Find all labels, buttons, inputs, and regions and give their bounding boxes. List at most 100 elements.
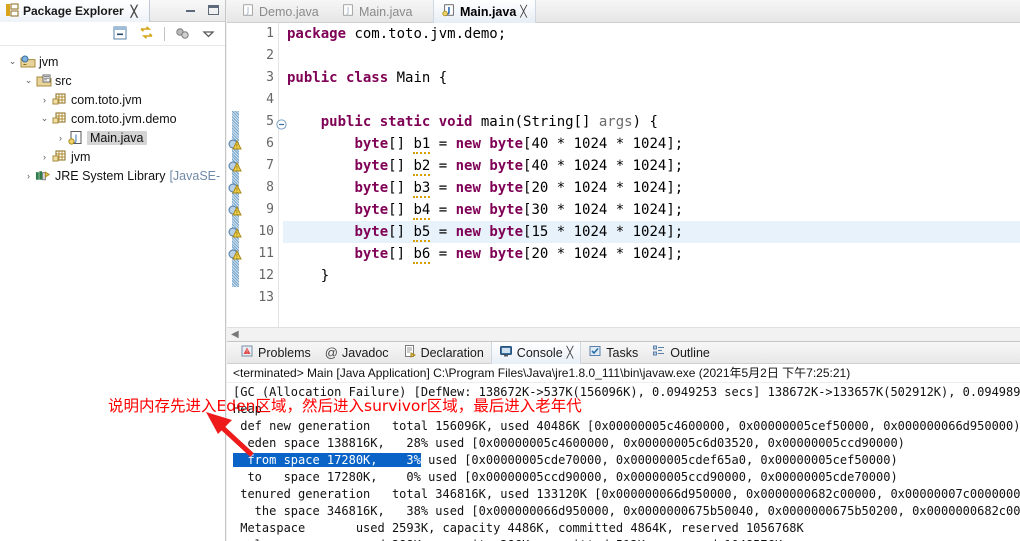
twisty-icon[interactable]: ›	[22, 171, 35, 181]
tree-label: Main.java	[87, 130, 147, 145]
code-line: }	[287, 268, 330, 284]
scroll-left-icon[interactable]: ◀	[231, 329, 239, 340]
close-icon[interactable]: ╳	[131, 5, 138, 18]
close-icon[interactable]: ╳	[520, 5, 527, 18]
tab-outline[interactable]: Outline	[645, 342, 717, 364]
tree-label: JRE System Library	[55, 168, 166, 183]
code-line: byte[] b3 = new byte[20 * 1024 * 1024];	[354, 180, 684, 198]
code-line: byte[] b6 = new byte[20 * 1024 * 1024];	[354, 246, 684, 264]
warning-marker-icon[interactable]: !	[228, 248, 243, 265]
outline-icon	[652, 344, 666, 361]
console-output[interactable]: [GC (Allocation Failure) [DefNew: 138672…	[227, 383, 1020, 541]
tree-item-src-folder[interactable]: ⌄ src	[0, 71, 225, 90]
console-launch-header: <terminated> Main [Java Application] C:\…	[227, 364, 1020, 383]
console-line-selected: from space 17280K, 3% used [0x00000005cd…	[233, 452, 1020, 469]
tab-package-explorer[interactable]: Package Explorer ╳	[0, 0, 150, 22]
tab-main-java-1[interactable]: J Main.java	[333, 0, 421, 23]
twisty-icon[interactable]: ⌄	[6, 56, 19, 67]
console-line: to space 17280K, 0% used [0x00000005ccd9…	[233, 470, 898, 484]
view-menu-icon[interactable]	[174, 25, 191, 42]
package-icon	[51, 149, 68, 165]
console-line: class space used 288K, capacity 386K, co…	[233, 537, 1020, 541]
bottom-view-stack: ! Problems @ Javadoc Declaration Console…	[227, 341, 1020, 541]
tab-declaration[interactable]: Declaration	[396, 342, 491, 364]
tree-item-main-java[interactable]: › J Main.java	[0, 128, 225, 147]
project-tree: ⌄ jvm ⌄ src › com.toto.jvm ⌄ com.toto.jv…	[0, 46, 225, 185]
package-explorer-view: Package Explorer ╳ ⌄ jvm ⌄ src › com.tot…	[0, 0, 226, 541]
editor-marker-column: ! ! ! ! ! !	[227, 23, 244, 340]
code-line: byte[] b4 = new byte[30 * 1024 * 1024];	[354, 202, 684, 220]
close-icon[interactable]: ╳	[567, 346, 574, 359]
tab-console[interactable]: Console ╳	[490, 341, 582, 364]
package-icon	[51, 111, 68, 127]
console-icon	[499, 344, 513, 361]
bottom-tab-label: Console	[516, 345, 563, 360]
tree-item-package-com-toto-jvm-demo[interactable]: ⌄ com.toto.jvm.demo	[0, 109, 225, 128]
line-number: 13	[258, 290, 274, 305]
javadoc-icon: @	[324, 345, 338, 360]
console-line: tenured generation total 346816K, used 1…	[233, 487, 1020, 501]
toolbar-divider	[164, 26, 165, 41]
code-line: byte[] b1 = new byte[40 * 1024 * 1024];	[354, 136, 684, 154]
eclipse-workbench: Package Explorer ╳ ⌄ jvm ⌄ src › com.tot…	[0, 0, 1020, 541]
line-number: 8	[266, 180, 274, 195]
console-line: [GC (Allocation Failure) [DefNew: 138672…	[233, 385, 1020, 399]
package-explorer-tabrow: Package Explorer ╳	[0, 0, 225, 22]
line-number: 2	[266, 48, 274, 63]
warning-marker-icon[interactable]: !	[228, 182, 243, 199]
console-line: eden space 138816K, 28% used [0x00000005…	[233, 436, 905, 450]
line-number: 4	[266, 92, 274, 107]
tree-item-package-com-toto-jvm[interactable]: › com.toto.jvm	[0, 90, 225, 109]
svg-text:J: J	[246, 6, 249, 15]
console-line: Metaspace used 2593K, capacity 4486K, co…	[233, 521, 804, 535]
twisty-icon[interactable]: ›	[54, 133, 67, 143]
tree-item-jvm-project[interactable]: ⌄ jvm	[0, 52, 225, 71]
source-folder-icon	[35, 73, 52, 89]
warning-marker-icon[interactable]: !	[228, 138, 243, 155]
code-text-area[interactable]: package com.toto.jvm.demo; public class …	[283, 23, 1020, 340]
problems-icon: !	[240, 344, 254, 361]
collapse-all-icon[interactable]	[112, 25, 129, 42]
tab-tasks[interactable]: Tasks	[581, 342, 645, 364]
bottom-tab-label: Declaration	[420, 345, 484, 360]
line-number-text: 5	[266, 114, 274, 129]
twisty-icon[interactable]: ⌄	[22, 75, 35, 86]
editor-horizontal-scrollbar[interactable]: ◀	[227, 327, 1020, 340]
line-number-gutter: 1 2 3 4 5 6 7 8 9 10 11 12 13	[244, 23, 287, 340]
console-line-tail: used [0x00000005cde70000, 0x00000005cdef…	[420, 453, 898, 467]
editor-tab-label: Demo.java	[259, 4, 319, 19]
java-project-icon	[19, 54, 36, 70]
tab-demo-java[interactable]: J Demo.java	[233, 0, 327, 23]
tab-javadoc[interactable]: @ Javadoc	[318, 342, 396, 364]
line-number: 6	[266, 136, 274, 151]
console-line: def new generation total 156096K, used 4…	[233, 419, 1020, 433]
warning-marker-icon[interactable]: !	[228, 204, 243, 221]
tree-item-jre-system-library[interactable]: › JRE System Library [JavaSE-	[0, 166, 225, 185]
twisty-icon[interactable]: ⌄	[38, 113, 51, 124]
twisty-icon[interactable]: ›	[38, 152, 51, 162]
code-line: public static void main(String[] args) {	[320, 114, 658, 130]
twisty-icon[interactable]: ›	[38, 95, 51, 105]
warning-marker-icon[interactable]: !	[228, 160, 243, 177]
code-line-current: byte[] b5 = new byte[15 * 1024 * 1024];	[283, 221, 1020, 243]
line-number: 9	[266, 202, 274, 217]
warning-marker-icon[interactable]: !	[228, 226, 243, 243]
code-line: public class Main {	[287, 70, 448, 86]
code-line: package com.toto.jvm.demo;	[287, 26, 507, 42]
java-file-icon: J	[67, 130, 84, 146]
link-with-editor-icon[interactable]	[138, 25, 155, 42]
console-selection: from space 17280K, 3%	[233, 453, 421, 467]
maximize-icon[interactable]	[206, 3, 221, 17]
tab-main-java-active[interactable]: J Main.java ╳	[433, 0, 536, 23]
chevron-down-icon[interactable]	[200, 25, 217, 42]
package-icon	[51, 92, 68, 108]
editor-body: ! ! ! ! ! ! 1 2 3 4 5 6 7 8 9 10 11 12 1…	[227, 23, 1020, 340]
tab-problems[interactable]: ! Problems	[233, 342, 318, 364]
tree-label: jvm	[39, 54, 59, 69]
tree-item-package-jvm[interactable]: › jvm	[0, 147, 225, 166]
minimize-icon[interactable]	[183, 3, 198, 17]
line-number: 11	[258, 246, 274, 261]
declaration-icon	[403, 344, 417, 361]
line-number: 7	[266, 158, 274, 173]
